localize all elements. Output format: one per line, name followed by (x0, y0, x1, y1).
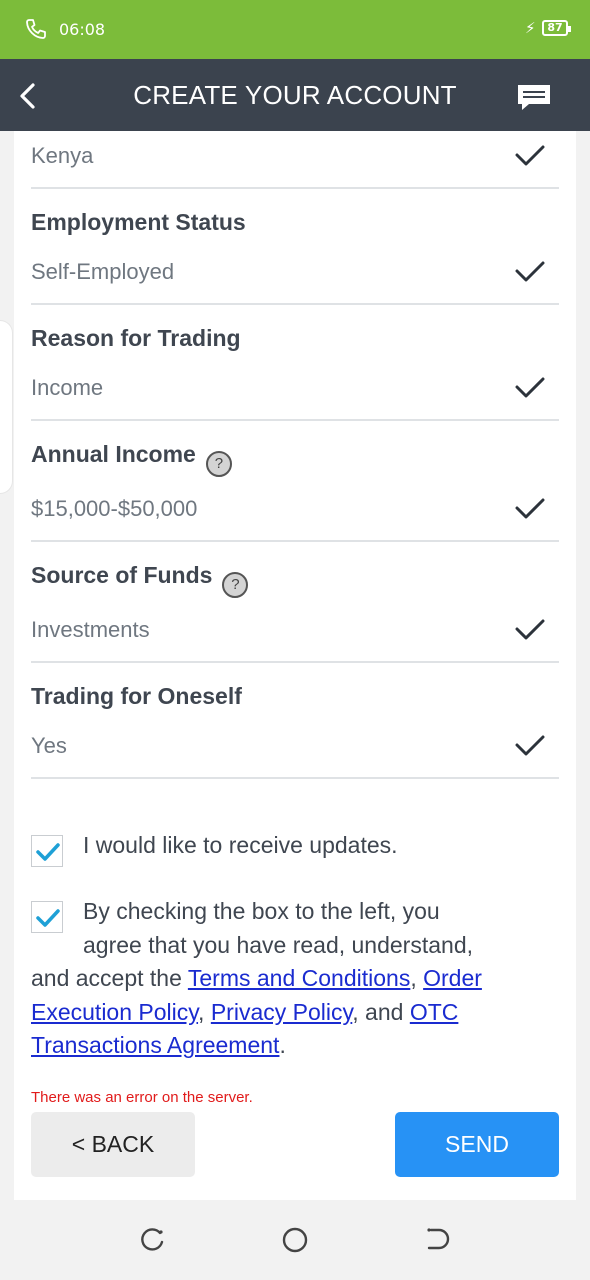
checkmark-icon (515, 377, 545, 398)
agreement-line-2: agree that you have read, understand, (83, 931, 474, 958)
field-label: Source of Funds? (31, 562, 249, 598)
otc-transactions-agreement-link[interactable]: OTC (410, 999, 459, 1025)
checkbox-check-icon (36, 843, 60, 861)
back-button[interactable]: < BACK (31, 1112, 195, 1177)
field-source-of-funds[interactable]: Source of Funds? Investments (31, 542, 559, 663)
send-button[interactable]: SEND (395, 1112, 559, 1177)
field-label: Trading for Oneself (31, 683, 242, 709)
account-form: Kenya Employment Status Self-Employed Re… (14, 131, 576, 1200)
system-nav-bar (0, 1200, 590, 1280)
field-label: Annual Income? (31, 441, 232, 477)
side-drawer-handle[interactable] (0, 320, 13, 494)
clock-time: 06:08 (59, 20, 106, 39)
help-icon[interactable]: ? (222, 572, 249, 598)
back-nav-icon[interactable] (423, 1226, 451, 1254)
sentence-end: . (279, 1032, 286, 1058)
agreement-text: By checking the box to the left, you agr… (31, 895, 571, 1063)
checkmark-icon (515, 735, 545, 756)
order-execution-policy-link[interactable]: Order (423, 965, 482, 991)
separator: , and (352, 998, 410, 1025)
battery-indicator: 87 (542, 20, 571, 36)
error-message: There was an error on the server. (31, 1089, 253, 1106)
terms-and-conditions-link[interactable]: Terms and Conditions (188, 965, 410, 991)
updates-checkbox[interactable] (31, 835, 63, 867)
field-label: Employment Status (31, 209, 246, 235)
phone-call-icon (26, 19, 46, 39)
field-employment-status[interactable]: Employment Status Self-Employed (31, 189, 559, 305)
field-annual-income[interactable]: Annual Income? $15,000-$50,000 (31, 421, 559, 542)
home-icon[interactable] (281, 1226, 309, 1254)
field-trading-for-oneself[interactable]: Trading for Oneself Yes (31, 663, 559, 779)
checkmark-icon (515, 145, 545, 166)
field-label-text: Source of Funds (31, 562, 213, 588)
separator: , (198, 998, 211, 1025)
field-value: $15,000-$50,000 (31, 496, 198, 521)
checkmark-icon (515, 261, 545, 282)
order-execution-policy-link[interactable]: Execution Policy (31, 999, 198, 1025)
otc-transactions-agreement-link[interactable]: Transactions Agreement (31, 1032, 279, 1058)
page-title: CREATE YOUR ACCOUNT (133, 80, 457, 110)
status-bar: 06:08 ⚡ 87 (0, 0, 590, 59)
agreement-line-3: and accept the (31, 965, 188, 991)
separator: , (410, 965, 424, 991)
recent-apps-icon[interactable] (139, 1226, 167, 1254)
field-value: Income (31, 375, 104, 400)
help-icon[interactable]: ? (205, 451, 232, 477)
app-bar: CREATE YOUR ACCOUNT (0, 59, 590, 131)
field-value: Kenya (31, 143, 94, 168)
field-reason-for-trading[interactable]: Reason for Trading Income (31, 305, 559, 421)
privacy-policy-link[interactable]: Privacy Policy (211, 999, 352, 1025)
field-value: Investments (31, 617, 150, 642)
field-value: Self-Employed (31, 259, 175, 284)
field-country[interactable]: Kenya (31, 131, 559, 189)
agreement-line-1: By checking the box to the left, you (83, 898, 440, 924)
charging-icon: ⚡ (525, 19, 536, 37)
field-label: Reason for Trading (31, 325, 241, 351)
chat-icon[interactable] (516, 83, 552, 113)
checkmark-icon (515, 619, 545, 640)
checkmark-icon (515, 498, 545, 519)
updates-label: I would like to receive updates. (83, 832, 398, 858)
field-label-text: Annual Income (31, 441, 196, 467)
field-value: Yes (31, 733, 67, 758)
